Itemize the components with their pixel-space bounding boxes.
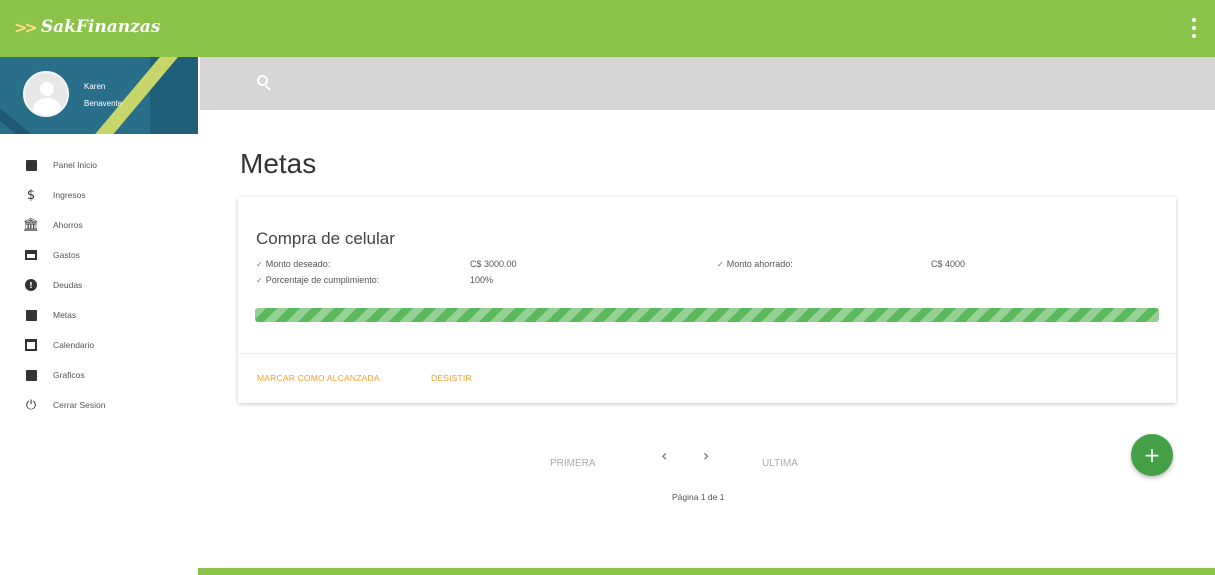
sidebar-item-label: Cerrar Sesion — [53, 400, 106, 410]
last-page-button[interactable]: ULTIMA — [762, 458, 798, 469]
sidebar-item-label: Calendario — [53, 340, 95, 350]
user-last-name: Benavente — [84, 99, 123, 108]
dashboard-icon — [24, 158, 38, 172]
sidebar: Karen Benavente Panel Inicio $ Ingresos … — [0, 57, 198, 575]
check-icon: ✓ — [256, 260, 263, 269]
desired-amount-value: C$ 3000.00 — [470, 259, 517, 269]
add-goal-button[interactable]: + — [1131, 434, 1173, 476]
card-divider — [238, 353, 1176, 354]
app-name: SakFinanzas — [40, 17, 161, 37]
sidebar-item-label: Gastos — [53, 250, 80, 260]
first-page-button[interactable]: PRIMERA — [550, 458, 596, 469]
app-bar: >> SakFinanzas — [0, 0, 1215, 57]
sidebar-item-graficos[interactable]: Graficos — [0, 360, 198, 390]
desired-amount-label: ✓ Monto deseado: — [256, 259, 331, 269]
bank-icon: 🏛 — [22, 217, 40, 233]
chevron-right-icon[interactable]: › — [703, 446, 709, 465]
user-first-name: Karen — [84, 82, 106, 91]
sidebar-item-metas[interactable]: Metas — [0, 300, 198, 330]
more-vert-icon[interactable] — [1191, 18, 1197, 38]
page-info: Página 1 de 1 — [672, 492, 725, 502]
check-icon: ✓ — [256, 276, 263, 285]
abandon-button[interactable]: DESISTIR — [431, 373, 472, 383]
sidebar-item-panel-inicio[interactable]: Panel Inicio — [0, 150, 198, 180]
sidebar-item-ahorros[interactable]: 🏛 Ahorros — [0, 210, 198, 240]
percent-value: 100% — [470, 275, 494, 285]
sidebar-item-gastos[interactable]: Gastos — [0, 240, 198, 270]
goal-progress-bar — [255, 308, 1159, 322]
sidebar-item-deudas[interactable]: ! Deudas — [0, 270, 198, 300]
goal-progress-fill — [255, 308, 1159, 322]
dollar-icon: $ — [26, 187, 36, 203]
avatar[interactable] — [23, 71, 69, 117]
check-box-icon — [24, 308, 38, 322]
saved-amount-value: C$ 4000 — [931, 259, 966, 269]
sidebar-item-label: Metas — [53, 310, 77, 320]
sidebar-item-label: Ahorros — [53, 220, 83, 230]
mark-achieved-button[interactable]: MARCAR COMO ALCANZADA — [257, 373, 380, 383]
logo-arrows-icon: >> — [14, 17, 38, 37]
percent-label: ✓ Porcentaje de cumplimiento: — [256, 275, 380, 285]
footer-bar — [198, 568, 1215, 575]
sidebar-item-label: Panel Inicio — [53, 160, 97, 170]
sidebar-item-label: Graficos — [53, 370, 85, 380]
search-icon[interactable] — [257, 75, 268, 86]
sidebar-item-calendario[interactable]: Calendario — [0, 330, 198, 360]
sidebar-item-label: Ingresos — [53, 190, 86, 200]
sidebar-menu: Panel Inicio $ Ingresos 🏛 Ahorros Gastos… — [0, 134, 198, 420]
goal-title: Compra de celular — [256, 229, 395, 248]
calendar-icon — [24, 338, 38, 352]
power-icon: ⏻ — [25, 397, 37, 413]
credit-card-icon — [24, 248, 38, 262]
check-icon: ✓ — [717, 260, 724, 269]
plus-icon: + — [1143, 443, 1161, 467]
user-profile-header: Karen Benavente — [0, 57, 198, 134]
page-title: Metas — [240, 148, 317, 179]
goal-card: Compra de celular ✓ Monto deseado: C$ 300… — [238, 197, 1176, 403]
saved-amount-label: ✓ Monto ahorrado: — [717, 259, 793, 269]
sidebar-item-label: Deudas — [53, 280, 83, 290]
user-name: Karen Benavente — [84, 78, 122, 112]
main-content: Metas Compra de celular ✓ Monto deseado: … — [200, 110, 1215, 568]
chart-icon — [24, 368, 38, 382]
chevron-left-icon[interactable]: ‹ — [661, 446, 667, 465]
alert-circle-icon: ! — [24, 278, 38, 292]
search-bar[interactable] — [200, 57, 1215, 110]
app-logo[interactable]: >> SakFinanzas — [14, 17, 160, 37]
sidebar-item-ingresos[interactable]: $ Ingresos — [0, 180, 198, 210]
sidebar-item-cerrar-sesion[interactable]: ⏻ Cerrar Sesion — [0, 390, 198, 420]
